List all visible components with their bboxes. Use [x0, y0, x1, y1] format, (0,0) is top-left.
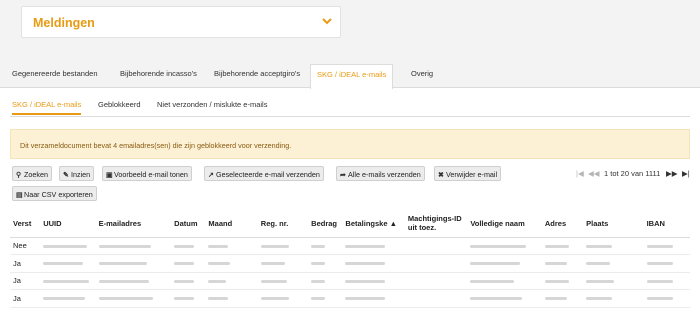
col-full-name[interactable]: Volledige naam — [467, 210, 542, 238]
view-button[interactable]: ✎ Inzien — [59, 166, 95, 181]
close-icon: ✖ — [438, 170, 445, 179]
emails-table: Verst UUID E-mailadres Datum Maand Reg. … — [10, 210, 690, 308]
forward-icon: ➦ — [340, 170, 347, 179]
pager-text: 1 tot 20 van 1111 — [604, 169, 661, 178]
search-icon: ⚲ — [16, 170, 22, 179]
first-page-icon[interactable]: |◀ — [576, 169, 584, 178]
share-icon: ↗ — [208, 170, 215, 179]
subtab-skg-ideal[interactable]: SKG / iDEAL e-mails — [12, 100, 82, 115]
next-page-icon[interactable]: ▶▶ — [666, 169, 678, 178]
edit-icon: ✎ — [63, 170, 70, 179]
col-uuid[interactable]: UUID — [40, 210, 96, 238]
col-maand[interactable]: Maand — [205, 210, 258, 238]
chevron-down-icon[interactable] — [320, 14, 334, 28]
tab-generated-files[interactable]: Gegenereerde bestanden — [12, 69, 98, 78]
col-bedrag[interactable]: Bedrag — [308, 210, 343, 238]
export-csv-button[interactable]: ▤Naar CSV exporteren — [12, 186, 97, 201]
delete-email-button[interactable]: ✖ Verwijder e-mail — [434, 166, 502, 181]
col-iban[interactable]: IBAN — [643, 210, 690, 238]
send-selected-button[interactable]: ↗ Geselecteerde e-mail verzenden — [204, 166, 324, 181]
sub-tabs: SKG / iDEAL e-mails Geblokkeerd Niet ver… — [10, 97, 690, 117]
col-adres[interactable]: Adres — [541, 210, 584, 238]
table-row[interactable]: Ja — [10, 289, 690, 308]
blocked-alert: Dit verzameldocument bevat 4 emailadres(… — [10, 129, 690, 159]
tab-skg-ideal[interactable]: SKG / iDEAL e-mails — [310, 64, 394, 89]
cell-verst: Ja — [10, 272, 41, 290]
col-datum[interactable]: Datum — [171, 210, 206, 238]
prev-page-icon[interactable]: ◀◀ — [588, 169, 600, 178]
cell-verst: Ja — [10, 289, 41, 308]
cell-verst: Ja — [10, 254, 41, 273]
subtab-blocked[interactable]: Geblokkeerd — [98, 100, 141, 109]
col-plaats[interactable]: Plaats — [583, 210, 644, 238]
table-row[interactable]: Nee — [10, 237, 690, 255]
file-icon: ▤ — [16, 190, 23, 199]
tab-acceptgiros[interactable]: Bijbehorende acceptgiro's — [214, 69, 300, 78]
notifications-title: Meldingen — [33, 16, 95, 30]
search-button[interactable]: ⚲ Zoeken — [12, 166, 52, 181]
preview-email-button[interactable]: ▣Voorbeeld e-mail tonen — [102, 166, 192, 181]
main-tabs: Gegenereerde bestanden Bijbehorende inca… — [0, 64, 700, 89]
last-page-icon[interactable]: ▶| — [682, 169, 690, 178]
tab-incassos[interactable]: Bijbehorende incasso's — [120, 69, 197, 78]
tab-overig[interactable]: Overig — [411, 69, 433, 78]
cell-verst: Nee — [10, 237, 41, 255]
send-all-button[interactable]: ➦ Alle e-mails verzenden — [336, 166, 425, 181]
table-row[interactable]: Ja — [10, 272, 690, 290]
table-row[interactable]: Ja — [10, 254, 690, 273]
table-header-row: Verst UUID E-mailadres Datum Maand Reg. … — [10, 210, 690, 238]
pager: |◀ ◀◀ 1 tot 20 van 1111 ▶▶ ▶| — [574, 166, 692, 180]
col-regnr[interactable]: Reg. nr. — [257, 210, 309, 238]
col-betalingskenmerk[interactable]: Betalingske ▲ — [342, 210, 405, 238]
col-machtigings-id[interactable]: Machtigings-ID uit toez. — [404, 210, 468, 238]
preview-icon: ▣ — [106, 170, 113, 179]
alert-text: Dit verzameldocument bevat 4 emailadres(… — [20, 141, 292, 150]
notifications-panel[interactable]: Meldingen — [21, 6, 341, 38]
col-email[interactable]: E-mailadres — [95, 210, 172, 238]
col-verst[interactable]: Verst — [10, 210, 41, 238]
subtab-not-sent[interactable]: Niet verzonden / mislukte e-mails — [157, 100, 267, 109]
